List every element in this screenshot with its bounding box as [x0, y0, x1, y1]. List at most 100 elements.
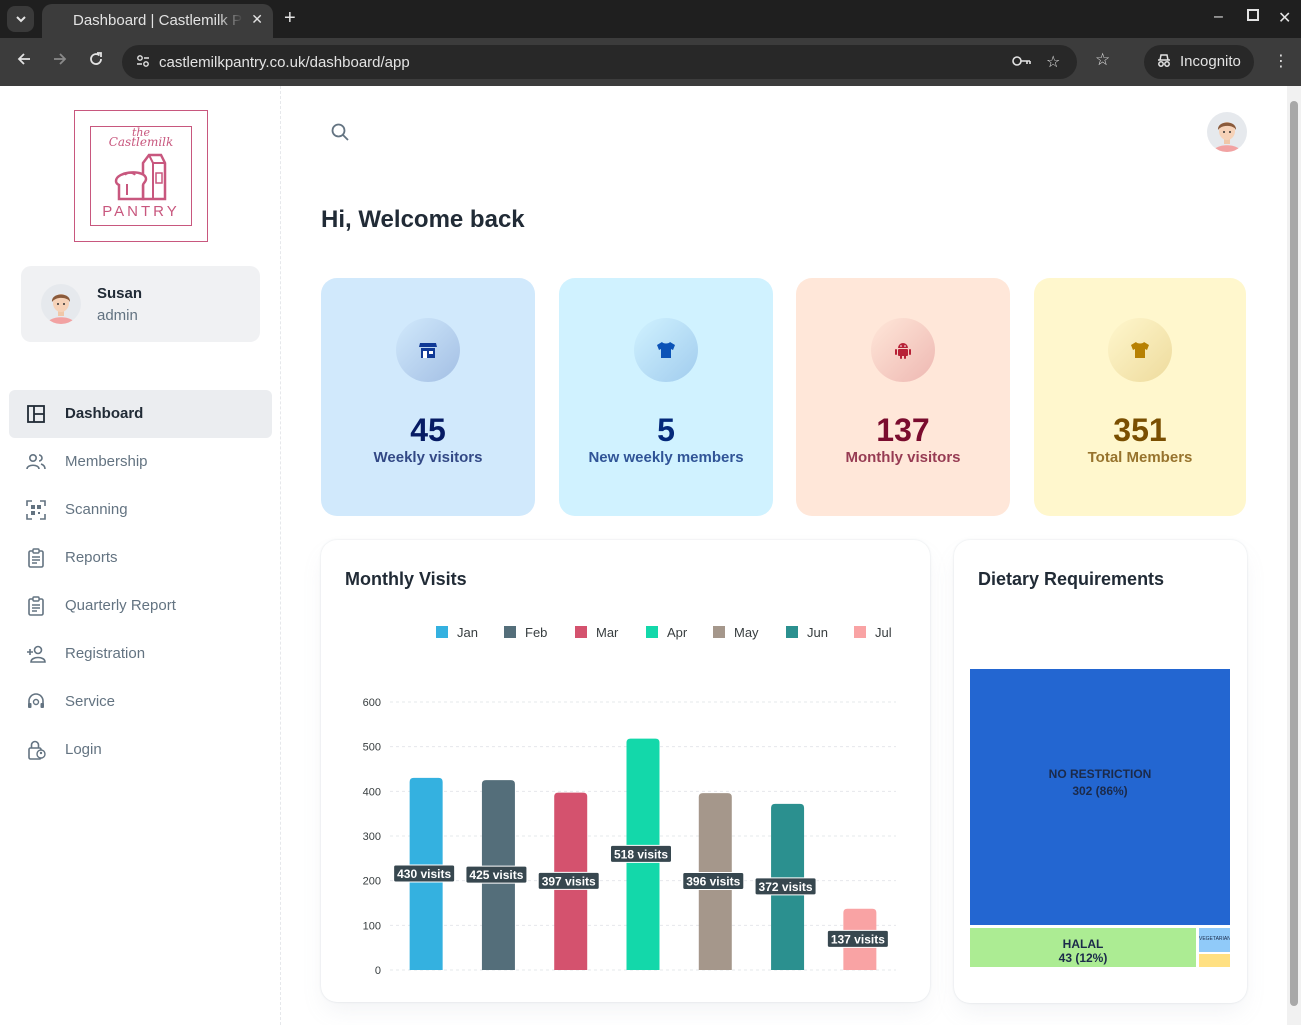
- window-close-icon[interactable]: ✕: [1278, 8, 1291, 28]
- sidebar-item-label: Membership: [65, 453, 148, 470]
- legend-label: Jan: [457, 625, 478, 640]
- stat-icon-circle: [634, 318, 698, 382]
- new-tab-button[interactable]: +: [284, 7, 296, 30]
- y-tick-label: 100: [363, 920, 381, 932]
- reload-icon[interactable]: [88, 51, 104, 72]
- incognito-indicator[interactable]: Incognito: [1144, 45, 1254, 79]
- legend-swatch: [504, 626, 516, 638]
- legend-swatch: [575, 626, 587, 638]
- sidebar-item-scanning[interactable]: Scanning: [9, 486, 272, 534]
- user-name: Susan: [97, 285, 143, 302]
- sidebar-item-label: Registration: [65, 645, 146, 662]
- y-tick-label: 200: [363, 876, 381, 888]
- lock-person-icon: [28, 740, 46, 760]
- key-icon[interactable]: [1012, 52, 1032, 75]
- minimize-icon[interactable]: –: [1214, 8, 1223, 26]
- logo-frame: the Castlemilk PANTRY: [90, 126, 192, 226]
- treemap-label: NO RESTRICTION: [1048, 767, 1152, 781]
- sidebar-nav: Dashboard Membership Scanning Reports Qu…: [9, 390, 272, 774]
- legend-swatch: [786, 626, 798, 638]
- stat-value: 137: [876, 412, 930, 448]
- treemap-tile-small[interactable]: [1199, 954, 1230, 967]
- incognito-label: Incognito: [1180, 53, 1241, 70]
- sidebar-item-label: Reports: [65, 549, 118, 566]
- data-label: 425 visits: [469, 868, 523, 882]
- stat-icon-circle: [871, 318, 935, 382]
- stat-card-new-weekly-members: 5 New weekly members: [559, 278, 773, 516]
- treemap-tile-small[interactable]: VEGETARIAN: [1199, 928, 1230, 952]
- legend-item[interactable]: Jun: [786, 625, 828, 640]
- site-info-icon[interactable]: [136, 54, 150, 68]
- page-title: Hi, Welcome back: [321, 206, 525, 233]
- y-tick-label: 0: [375, 965, 381, 977]
- stat-card-monthly-visitors: 137 Monthly visitors: [796, 278, 1010, 516]
- browser-tab[interactable]: Dashboard | Castlemilk Pantry ✕: [42, 4, 273, 38]
- legend-label: Feb: [525, 625, 548, 640]
- stat-label: Monthly visitors: [845, 449, 961, 466]
- android-icon: [895, 343, 911, 359]
- y-tick-label: 400: [363, 786, 381, 798]
- treemap-tile-halal[interactable]: HALAL 43 (12%): [970, 928, 1196, 967]
- browser-menu-icon[interactable]: ⋮: [1273, 51, 1289, 71]
- legend-item[interactable]: Apr: [646, 625, 687, 640]
- address-bar[interactable]: castlemilkpantry.co.uk/dashboard/app ☆: [122, 45, 1077, 79]
- page-scrollbar[interactable]: [1287, 86, 1301, 1025]
- stat-value: 351: [1113, 412, 1167, 448]
- logo-word: PANTRY: [102, 203, 180, 220]
- data-label: 430 visits: [397, 867, 451, 881]
- qr-scan-icon: [26, 500, 46, 520]
- sidebar-item-registration[interactable]: Registration: [9, 630, 272, 678]
- bookmark-star-icon[interactable]: ☆: [1046, 52, 1060, 72]
- stat-card-total-members: 351 Total Members: [1034, 278, 1246, 516]
- stat-card-weekly-visitors: 45 Weekly visitors: [321, 278, 535, 516]
- legend-label: Jul: [875, 625, 892, 640]
- clipboard-icon: [28, 596, 44, 616]
- monthly-visits-card: Monthly Visits Jan Feb Mar Apr May Jun Jul 0 10…: [321, 540, 930, 1002]
- url-text: castlemilkpantry.co.uk/dashboard/app: [159, 54, 410, 71]
- search-icon[interactable]: [330, 122, 350, 142]
- stat-icon-circle: [396, 318, 460, 382]
- sidebar-item-reports[interactable]: Reports: [9, 534, 272, 582]
- stat-label: Total Members: [1087, 449, 1193, 466]
- sidebar-item-service[interactable]: Service: [9, 678, 272, 726]
- store-icon: [419, 343, 437, 358]
- browser-titlebar: Dashboard | Castlemilk Pantry ✕ + – ✕: [0, 0, 1301, 38]
- treemap-label: 43 (12%): [1058, 950, 1108, 965]
- scrollbar-thumb[interactable]: [1290, 101, 1298, 1006]
- bookmarks-icon[interactable]: ☆: [1095, 50, 1110, 70]
- sidebar-item-label: Quarterly Report: [65, 597, 176, 614]
- castlemilk-pantry-logo[interactable]: the Castlemilk PANTRY: [74, 110, 208, 242]
- legend-item[interactable]: May: [713, 625, 759, 640]
- sidebar-item-dashboard[interactable]: Dashboard: [9, 390, 272, 438]
- headset-icon: [28, 693, 44, 708]
- data-label: 137 visits: [831, 932, 885, 946]
- legend-item[interactable]: Jan: [436, 625, 478, 640]
- close-icon[interactable]: ✕: [251, 11, 263, 28]
- legend-swatch: [646, 626, 658, 638]
- account-card[interactable]: Susan admin: [21, 266, 260, 342]
- maximize-icon[interactable]: [1246, 8, 1260, 27]
- sidebar-item-quarterly-report[interactable]: Quarterly Report: [9, 582, 272, 630]
- legend-swatch: [713, 626, 725, 638]
- back-icon[interactable]: [16, 51, 32, 72]
- legend-item[interactable]: Jul: [854, 625, 892, 640]
- stat-label: Weekly visitors: [373, 449, 483, 466]
- forward-icon[interactable]: [52, 51, 68, 72]
- treemap-tile-no-restriction[interactable]: NO RESTRICTION 302 (86%): [970, 669, 1230, 925]
- legend-item[interactable]: Feb: [504, 625, 547, 640]
- dashboard-icon: [27, 405, 45, 423]
- data-label: 372 visits: [759, 880, 813, 894]
- chart-title: Dietary Requirements: [978, 569, 1165, 589]
- chart-title: Monthly Visits: [345, 569, 467, 589]
- sidebar-item-login[interactable]: Login: [9, 726, 272, 774]
- y-tick-label: 500: [363, 742, 381, 754]
- page: the Castlemilk PANTRY Susan admin Dashbo…: [0, 86, 1287, 1025]
- sidebar-item-label: Scanning: [65, 501, 128, 518]
- shirt-icon: [1131, 342, 1149, 358]
- data-label: 518 visits: [614, 847, 668, 861]
- legend-item[interactable]: Mar: [575, 625, 618, 640]
- sidebar-item-membership[interactable]: Membership: [9, 438, 272, 486]
- treemap-label: VEGETARIAN: [1199, 936, 1230, 942]
- tab-search-button[interactable]: [7, 6, 34, 32]
- account-avatar-button[interactable]: [1207, 112, 1247, 152]
